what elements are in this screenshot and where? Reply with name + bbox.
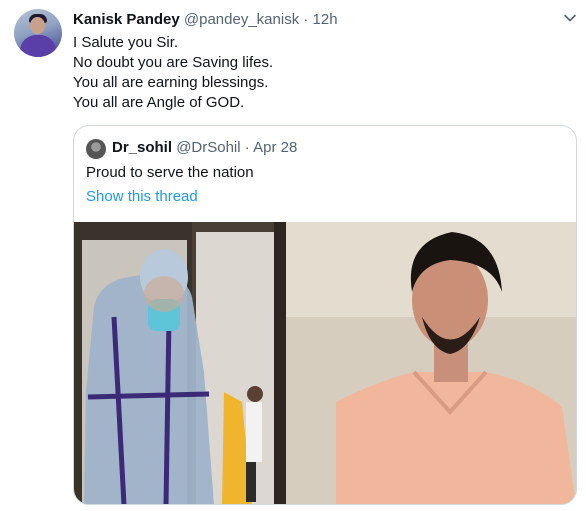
quoted-tweet-card[interactable]: Dr_sohil @DrSohil · Apr 28 Proud to serv… — [73, 125, 577, 505]
quoted-author-avatar — [86, 139, 106, 159]
author-avatar[interactable] — [14, 9, 62, 57]
quoted-tweet-photo[interactable] — [74, 222, 576, 505]
tweet-text: I Salute you Sir. No doubt you are Savin… — [73, 33, 273, 113]
separator-dot: · — [303, 11, 309, 28]
show-thread-link[interactable]: Show this thread — [86, 187, 198, 207]
tweet-text-line: You all are Angle of GOD. — [73, 94, 245, 111]
author-name[interactable]: Kanisk Pandey — [73, 11, 180, 28]
author-handle[interactable]: @pandey_kanisk — [184, 11, 299, 28]
tweet-text-line: You all are earning blessings. — [73, 74, 269, 91]
chevron-down-icon[interactable] — [561, 11, 579, 29]
tweet-text-line: No doubt you are Saving lifes. — [73, 54, 274, 71]
separator-dot: · — [244, 139, 250, 156]
quoted-author-handle: @DrSohil — [176, 139, 241, 156]
tweet-time[interactable]: 12h — [313, 11, 338, 28]
quoted-tweet-date: Apr 28 — [253, 139, 298, 156]
quoted-author-name: Dr_sohil — [112, 139, 173, 156]
quoted-tweet-header: Dr_sohil @DrSohil · Apr 28 — [112, 138, 297, 158]
tweet-text-line: I Salute you Sir. — [73, 34, 179, 51]
tweet-header: Kanisk Pandey @pandey_kanisk · 12h — [73, 10, 338, 30]
quoted-tweet-text: Proud to serve the nation — [86, 164, 254, 181]
